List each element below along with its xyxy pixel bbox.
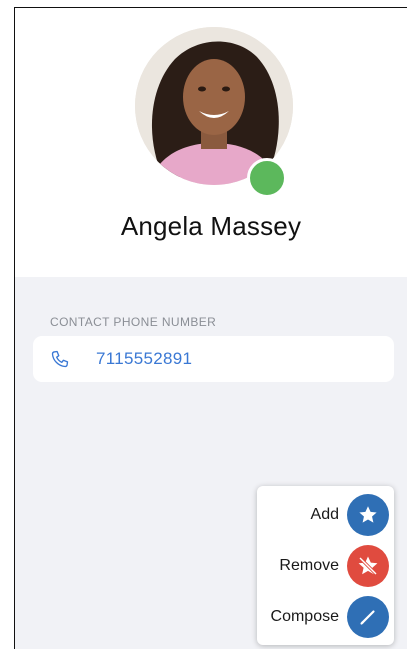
remove-label: Remove	[279, 557, 339, 574]
avatar-container	[135, 27, 293, 198]
contact-header: Angela Massey	[15, 8, 407, 277]
remove-favorite-action[interactable]: Remove	[279, 545, 389, 587]
phone-icon	[50, 349, 70, 369]
online-status-dot	[247, 158, 287, 198]
star-icon[interactable]	[347, 494, 389, 536]
compose-label: Compose	[270, 608, 339, 625]
phone-number-row[interactable]: 7115552891	[33, 336, 394, 382]
phone-section-label: CONTACT PHONE NUMBER	[50, 315, 217, 329]
action-menu: Add Remove Compose	[257, 486, 394, 645]
add-favorite-action[interactable]: Add	[311, 494, 389, 536]
compose-action[interactable]: Compose	[271, 596, 389, 638]
contact-name: Angela Massey	[120, 211, 302, 241]
star-off-icon[interactable]	[347, 545, 389, 587]
contact-screen: Angela Massey CONTACT PHONE NUMBER 71155…	[14, 7, 407, 649]
phone-number[interactable]: 7115552891	[96, 349, 192, 369]
add-label: Add	[310, 506, 339, 523]
pencil-icon[interactable]	[347, 596, 389, 638]
